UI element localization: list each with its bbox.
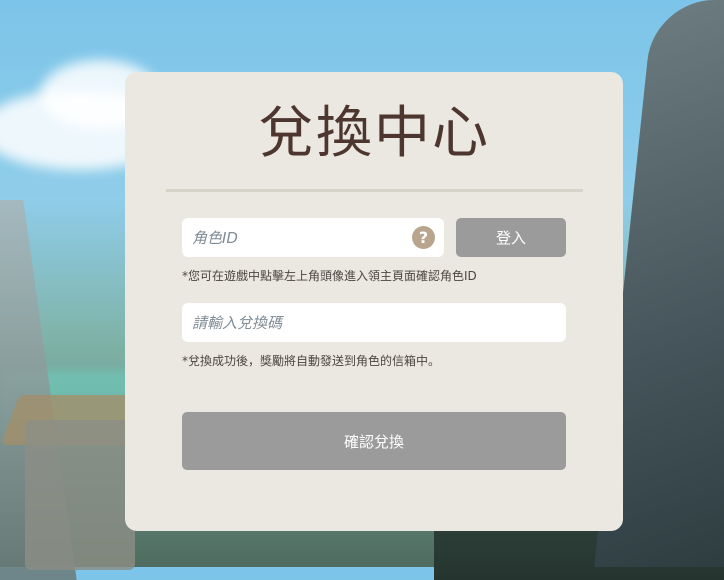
role-id-placeholder: 角色ID — [192, 229, 238, 247]
role-id-input[interactable]: 角色ID — [182, 218, 444, 257]
confirm-redeem-button[interactable]: 確認兌換 — [182, 412, 566, 470]
redeem-hint: *兌換成功後，獎勵將自動發送到角色的信箱中。 — [182, 354, 441, 368]
page-title: 兌換中心 — [258, 101, 490, 166]
redeem-panel: 兌換中心 角色ID ? 登入 *您可在遊戲中點擊左上角頭像進入領主頁面確認角色I… — [125, 72, 623, 531]
help-icon[interactable]: ? — [412, 226, 435, 249]
role-id-hint: *您可在遊戲中點擊左上角頭像進入領主頁面確認角色ID — [182, 269, 477, 283]
house — [25, 420, 135, 570]
title-divider — [166, 189, 583, 192]
login-button[interactable]: 登入 — [456, 218, 566, 257]
redeem-code-placeholder: 請輸入兌換碼 — [192, 314, 283, 332]
redeem-code-input[interactable]: 請輸入兌換碼 — [182, 303, 566, 342]
